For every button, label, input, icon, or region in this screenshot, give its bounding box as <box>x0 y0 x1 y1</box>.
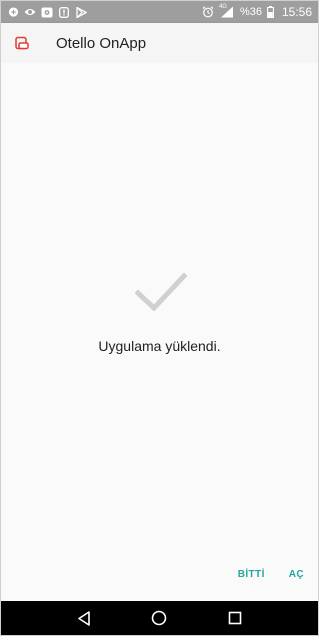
back-icon[interactable] <box>74 608 94 628</box>
open-button[interactable]: AÇ <box>289 569 304 580</box>
app-title: Otello OnApp <box>56 34 147 52</box>
app-bar: Otello OnApp <box>1 23 318 63</box>
done-button[interactable]: BİTTİ <box>238 569 265 580</box>
dialog-actions: BİTTİ AÇ <box>238 569 304 580</box>
screen-frame: 4G %36 15:56 Otello OnApp Uygulama yükle… <box>0 0 319 636</box>
signal-icon: 4G <box>218 4 235 18</box>
home-icon[interactable] <box>149 608 169 628</box>
screen-share-icon <box>41 6 53 18</box>
network-type-label: 4G <box>218 4 227 10</box>
battery-percent: %36 <box>239 6 262 18</box>
clock: 15:56 <box>281 5 312 19</box>
battery-icon <box>267 6 275 18</box>
alarm-icon <box>202 6 214 18</box>
system-status: 4G %36 15:56 <box>202 4 318 19</box>
status-bar: 4G %36 15:56 <box>1 1 318 23</box>
alert-icon <box>58 6 70 18</box>
navigation-bar <box>1 601 318 635</box>
notification-icons <box>1 6 87 18</box>
install-result-panel: Uygulama yüklendi. BİTTİ AÇ <box>1 63 318 601</box>
checkmark-icon <box>134 272 188 313</box>
install-status-message: Uygulama yüklendi. <box>98 338 221 354</box>
eye-icon <box>24 6 36 18</box>
chat-bubble-icon <box>7 6 19 18</box>
recents-icon[interactable] <box>225 608 245 628</box>
app-logo-icon <box>15 36 29 50</box>
play-store-icon <box>75 6 87 18</box>
